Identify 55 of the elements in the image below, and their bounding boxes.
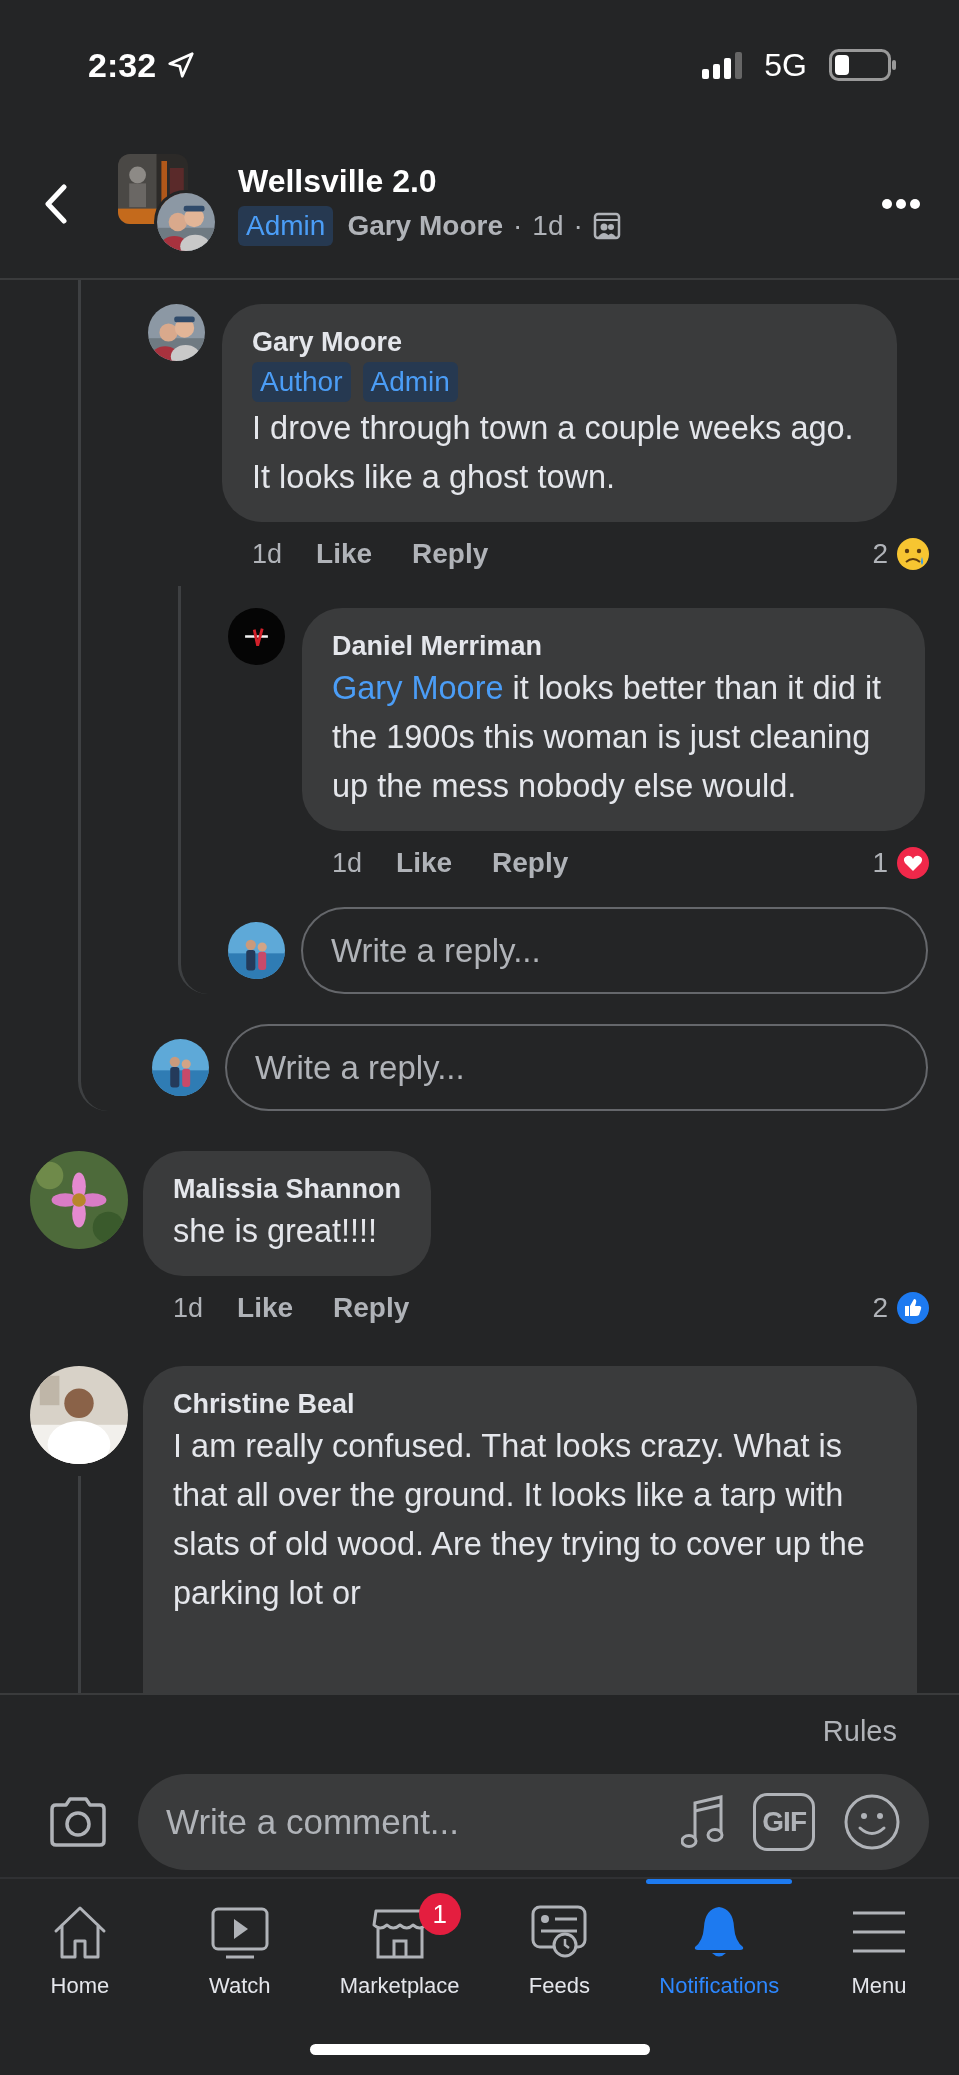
like-button[interactable]: Like <box>237 1292 294 1324</box>
reply-field[interactable]: Write a reply... <box>225 1024 928 1111</box>
reaction-count: 2 <box>872 538 888 570</box>
nav-tab[interactable]: Notifications <box>639 1879 800 2023</box>
role-badge: Admin <box>238 205 334 246</box>
role-badge: Author <box>252 362 351 402</box>
emoji-icon[interactable] <box>843 1793 901 1851</box>
comment-text: I drove through town a couple weeks ago. It looks like a ghost town. <box>252 409 855 497</box>
reply-button[interactable]: Reply <box>492 847 569 879</box>
separator: · <box>573 209 583 242</box>
location-arrow-icon <box>166 50 197 80</box>
reply-field[interactable]: Write a reply... <box>301 907 928 994</box>
group-name[interactable]: Wellsville 2.0 <box>238 162 621 200</box>
status-time: 2:32 <box>88 45 157 85</box>
comment-text: Gary Moore it looks better than it did it the 1900s this woman is just cleaning up the mess nobody else would. <box>332 669 883 806</box>
post-time: 1d <box>532 209 564 242</box>
rules-link[interactable]: Rules <box>822 1714 897 1748</box>
comment-text: I am really confused. That looks crazy. What is that all over the ground. It looks like a tarp with slats of old wood. Are they trying to cover up the parking lot or <box>173 1427 866 1613</box>
notification-badge: 1 <box>418 1893 461 1935</box>
home-indicator[interactable] <box>309 2043 650 2055</box>
reply-button[interactable]: Reply <box>412 538 489 570</box>
like-button[interactable]: Like <box>396 847 453 879</box>
role-badge: Admin <box>362 362 458 402</box>
battery-icon <box>829 49 897 81</box>
thumbs-up-icon <box>896 1291 930 1325</box>
nav-tab[interactable]: Watch <box>159 1879 320 2023</box>
comment-time: 1d <box>252 538 283 570</box>
nav-tab[interactable]: Home <box>0 1879 160 2023</box>
comment-author[interactable]: Gary Moore <box>252 324 403 360</box>
camera-icon[interactable] <box>48 1795 108 1849</box>
reaction-count: 1 <box>872 847 888 879</box>
mention-link[interactable]: Gary Moore <box>332 670 504 706</box>
comment-text: she is great!!!! <box>173 1212 378 1251</box>
comment-author[interactable]: Malissia Shannon <box>173 1171 402 1207</box>
separator: · <box>513 209 523 242</box>
comment-time: 1d <box>173 1292 204 1324</box>
gif-button[interactable]: GIF <box>753 1793 815 1851</box>
music-note-icon[interactable] <box>681 1793 726 1851</box>
reply-button[interactable]: Reply <box>333 1292 410 1324</box>
comment-time: 1d <box>332 847 363 879</box>
comment-field[interactable]: Write a comment... GIF <box>138 1774 929 1870</box>
reaction-count: 2 <box>872 1292 888 1324</box>
more-options-icon[interactable] <box>881 198 921 210</box>
nav-tab[interactable]: Feeds <box>479 1879 640 2023</box>
signal-icon <box>702 51 745 79</box>
nav-tab[interactable]: Menu <box>799 1879 959 2023</box>
sad-face-icon <box>896 537 930 571</box>
comment-author[interactable]: Daniel Merriman <box>332 628 543 664</box>
post-author[interactable]: Gary Moore <box>347 209 503 242</box>
network-label: 5G <box>764 46 807 84</box>
comment-author[interactable]: Christine Beal <box>173 1386 355 1422</box>
back-icon[interactable] <box>44 184 68 224</box>
like-button[interactable]: Like <box>316 538 373 570</box>
group-audience-icon <box>592 211 621 240</box>
nav-tab[interactable]: 1 Marketplace <box>319 1879 480 2023</box>
